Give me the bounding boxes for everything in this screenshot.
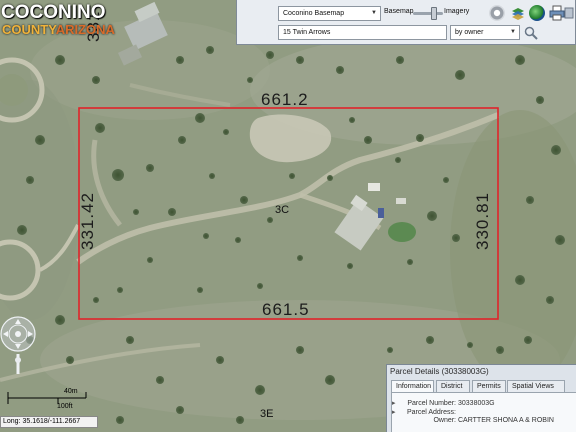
pan-zoom-control[interactable] xyxy=(0,316,38,376)
gear-icon[interactable] xyxy=(489,5,505,21)
logo-state: ARIZONA xyxy=(55,22,115,37)
search-icon[interactable] xyxy=(524,26,538,40)
toolbar-more-icon[interactable] xyxy=(563,5,576,21)
logo-line-2: COUNTYARIZONA xyxy=(2,22,115,37)
owner-value: CARTTER SHONA A & ROBIN xyxy=(458,417,554,424)
slider-handle[interactable] xyxy=(431,7,437,20)
search-input[interactable]: 15 Twin Arrows xyxy=(278,25,447,40)
scale-metric-label: 40m xyxy=(64,388,78,395)
dimension-right-label: 330.81 xyxy=(473,192,492,250)
parcel-details-title: Parcel Details (30338003G) xyxy=(390,367,489,376)
tab-permits[interactable]: Permits xyxy=(472,380,506,392)
parcel-number-value: 30338003G xyxy=(458,400,495,407)
parcel-address-key: Parcel Address: xyxy=(406,409,456,416)
section-label: 3E xyxy=(260,408,274,420)
search-by-select[interactable]: by owner ▼ xyxy=(450,25,520,40)
parcel-address-row: ▸ Parcel Address: xyxy=(392,408,458,416)
parcel-number-row: ▸ Parcel Number: 30338003G xyxy=(392,399,495,407)
logo-county: COUNTY xyxy=(2,22,56,37)
scale-imperial-label: 100ft xyxy=(57,403,73,410)
globe-icon[interactable] xyxy=(529,5,545,21)
coordinate-readout: Long: 35.1618/-111.2667 xyxy=(0,416,98,428)
basemap-select[interactable]: Coconino Basemap ▼ xyxy=(278,6,381,21)
dimension-top-label: 661.2 xyxy=(261,90,309,109)
parcel-details-panel: Parcel Details (30338003G) Information D… xyxy=(386,364,576,432)
expand-arrow-icon[interactable]: ▸ xyxy=(392,399,400,407)
parcel-lot-label: 3C xyxy=(275,204,290,216)
expand-arrow-icon[interactable]: ▸ xyxy=(392,408,400,416)
basemap-select-value: Coconino Basemap xyxy=(283,10,345,17)
slider-imagery-label: Imagery xyxy=(444,8,470,15)
owner-key: Owner: xyxy=(433,417,456,424)
search-by-select-value: by owner xyxy=(455,29,484,36)
tab-spatial-views[interactable]: Spatial Views xyxy=(507,380,565,392)
parcel-number-key: Parcel Number: xyxy=(407,400,456,407)
search-input-value: 15 Twin Arrows xyxy=(283,29,331,36)
parcel-info-body: ▸ Parcel Number: 30338003G ▸ Parcel Address… xyxy=(391,392,576,432)
chevron-down-icon: ▼ xyxy=(510,29,516,35)
owner-row: Owner: CARTTER SHONA A & ROBIN xyxy=(392,417,554,424)
layers-icon[interactable] xyxy=(510,5,526,21)
dimension-bottom-label: 661.5 xyxy=(262,300,310,319)
coconino-county-logo: COCONINO COUNTYARIZONA xyxy=(0,0,115,60)
slider-basemap-label: Basemap xyxy=(384,8,414,15)
dimension-left-label: 331.42 xyxy=(78,192,97,250)
chevron-down-icon: ▼ xyxy=(371,10,377,16)
logo-line-1: COCONINO xyxy=(1,2,106,23)
scale-bar xyxy=(7,392,87,404)
tab-information[interactable]: Information xyxy=(391,380,434,392)
tab-district[interactable]: District xyxy=(436,380,470,392)
basemap-imagery-slider[interactable] xyxy=(413,7,443,20)
map-toolbar: Coconino Basemap ▼ Basemap Imagery 15 Tw… xyxy=(236,0,576,45)
